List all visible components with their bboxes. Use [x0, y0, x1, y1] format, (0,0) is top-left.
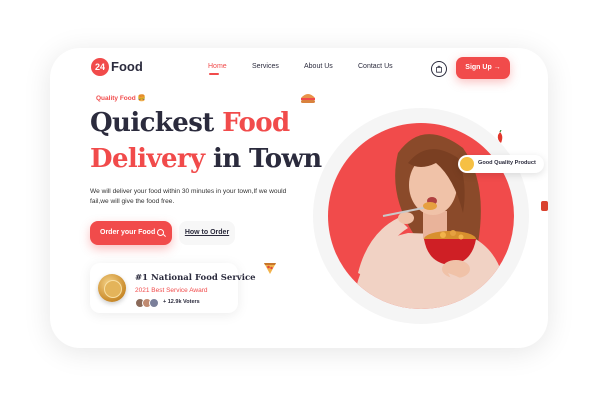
nav-active-indicator [209, 73, 219, 75]
award-title: #1 National Food Service [135, 273, 256, 283]
nav-services[interactable]: Services [252, 63, 279, 70]
nav-contact-us[interactable]: Contact Us [358, 63, 393, 70]
award-subtitle: 2021 Best Service Award [135, 287, 208, 294]
hero-title-part: Quickest [90, 108, 223, 138]
pizza-slice-icon [264, 263, 276, 274]
logo-badge[interactable]: 24 [91, 58, 109, 76]
woman-eating-illustration [353, 134, 507, 309]
order-food-button[interactable]: Order your Food [90, 221, 172, 245]
nav-about-us[interactable]: About Us [304, 63, 333, 70]
award-card: #1 National Food Service 2021 Best Servi… [90, 263, 256, 313]
medal-inner [104, 280, 122, 298]
hero-image [328, 123, 514, 309]
quality-food-tag: Quality Food 🍔 [96, 95, 146, 102]
good-quality-label: Good Quality Product [478, 160, 536, 166]
medal-icon [98, 274, 126, 302]
hero-title-line1: Quickest Food [90, 108, 290, 138]
voters-count: + 12.9k Voters [163, 299, 200, 305]
hero-title-highlight: Food [222, 108, 290, 138]
hero-title-part: in Town [204, 144, 322, 174]
logo-text[interactable]: Food [111, 59, 143, 74]
shopping-bag-glyph [436, 65, 442, 73]
shopping-bag-icon[interactable] [431, 61, 447, 77]
hero-title-highlight: Delivery [90, 144, 205, 174]
search-icon [157, 229, 164, 236]
how-to-order-label: How to Order [184, 229, 230, 236]
avatar [149, 298, 159, 308]
sign-up-label: Sign Up [465, 64, 492, 71]
sign-up-button[interactable]: Sign Up → [456, 57, 510, 79]
arrow-right-icon: → [493, 64, 501, 71]
hero-description: We will deliver your food within 30 minu… [90, 188, 287, 205]
hero-title-line2: Delivery in Town [90, 144, 322, 174]
burger-icon [301, 94, 315, 103]
landing-page-card: 24 Food Home Services About Us Contact U… [50, 48, 548, 348]
how-to-order-link[interactable]: How to Order [179, 221, 235, 245]
good-quality-badge: Good Quality Product [458, 155, 544, 173]
food-icon [541, 201, 548, 211]
nav-home[interactable]: Home [208, 63, 227, 70]
product-thumbnail-icon [460, 157, 474, 171]
order-food-label: Order your Food [100, 229, 156, 236]
